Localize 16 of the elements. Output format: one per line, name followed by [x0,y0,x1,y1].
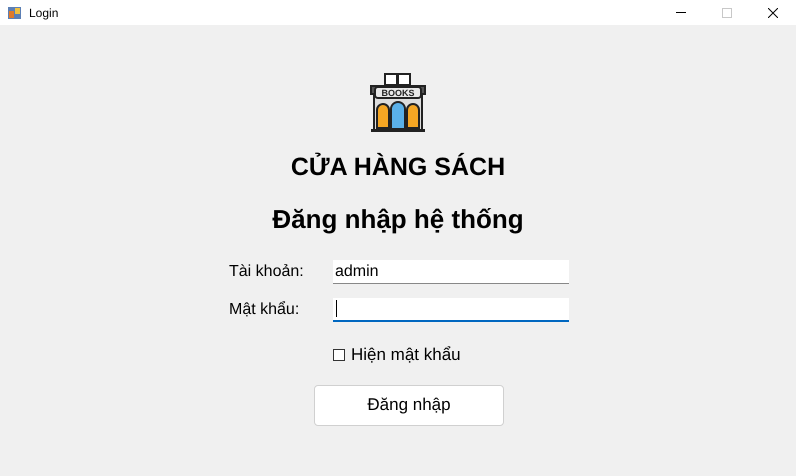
login-heading: Đăng nhập hệ thống [272,203,524,235]
password-field[interactable] [333,298,569,322]
app-icon [8,6,21,18]
bookstore-logo: BOOKS [367,72,429,134]
window-title: Login [29,4,58,22]
field-label: Mật khẩu: [229,300,300,320]
maximize-icon [722,8,732,18]
store-title: CỬA HÀNG SÁCH [290,152,506,182]
show-password-label[interactable]: Hiện mật khẩu [351,342,461,368]
close-icon [768,8,778,18]
username-field[interactable]: admin [333,260,569,284]
minimize-icon [676,12,686,13]
text-cursor [336,300,337,317]
login-button[interactable]: Đăng nhập [314,384,504,426]
show-password-checkbox[interactable] [333,348,345,361]
field-label: Tài khoản: [229,262,305,282]
